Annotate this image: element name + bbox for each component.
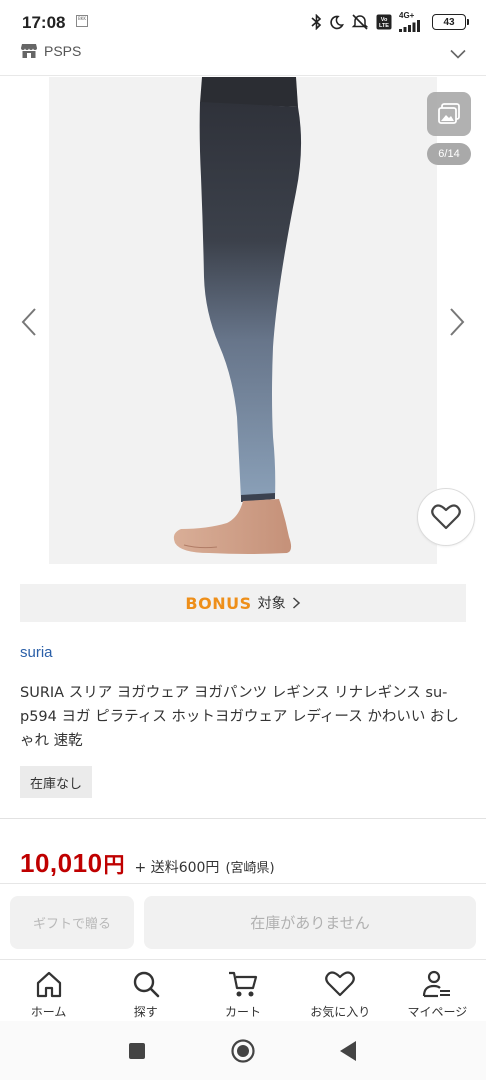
network-label: 4G+ [399, 11, 415, 20]
system-nav-bar [0, 1021, 486, 1080]
brand-link[interactable]: suria [20, 644, 53, 661]
shipping-region: (宮崎県) [225, 861, 275, 876]
product-image[interactable] [49, 77, 437, 564]
nav-label-cart: カート [225, 1005, 262, 1019]
stock-status-badge: 在庫なし [20, 766, 93, 798]
nav-item-favorites[interactable]: お気に入り [292, 960, 389, 1021]
bonus-banner[interactable]: BONUS 対象 [20, 584, 466, 622]
user-icon [421, 968, 453, 1000]
gallery-next-button[interactable] [442, 302, 472, 342]
search-icon [131, 968, 161, 1000]
chevron-left-icon [21, 308, 36, 336]
heart-outline-icon [431, 504, 461, 530]
image-gallery-icon [438, 103, 460, 124]
status-icons: Vo LTE 4G+ 43 [311, 11, 469, 33]
bottom-nav: ホーム 探す カート お気に入り マイページ [0, 959, 486, 1021]
status-notification-text: BKK [78, 16, 86, 21]
price-value: 10,010 [20, 848, 103, 878]
bonus-logo: BONUS [185, 593, 252, 613]
bluetooth-icon [311, 14, 322, 30]
nav-item-mypage[interactable]: マイページ [389, 960, 486, 1021]
product-title: SURIA スリア ヨガウェア ヨガパンツ レギンス リナレギンス su-p59… [20, 685, 459, 749]
price-unit: 円 [103, 853, 125, 877]
bonus-target-label: 対象 [257, 596, 286, 612]
gallery-prev-button[interactable] [14, 302, 44, 342]
out-of-stock-button[interactable]: 在庫がありません [144, 896, 476, 949]
mute-icon [351, 14, 369, 30]
chevron-down-icon[interactable] [450, 44, 466, 63]
nav-label-mypage: マイページ [407, 1005, 468, 1019]
status-time: 17:08 [22, 13, 66, 32]
leggings-illustration [49, 77, 437, 564]
back-system-button[interactable] [334, 1037, 362, 1065]
chevron-right-icon [450, 308, 465, 336]
nav-label-home: ホーム [30, 1005, 67, 1019]
chevron-right-icon [292, 597, 300, 609]
store-icon [20, 43, 38, 63]
recent-apps-button[interactable] [123, 1037, 151, 1065]
gallery-view-all-button[interactable] [427, 92, 471, 136]
favorite-button[interactable] [417, 488, 475, 546]
battery-level: 43 [443, 16, 455, 28]
shop-header[interactable]: PSPS [0, 40, 486, 76]
nav-label-search: 探す [133, 1005, 158, 1019]
action-bar: ギフトで贈る 在庫がありません [0, 883, 486, 959]
cart-icon [227, 968, 259, 1000]
back-triangle-icon [340, 1041, 356, 1061]
nav-label-favorites: お気に入り [310, 1005, 371, 1019]
nav-item-home[interactable]: ホーム [0, 960, 97, 1021]
moon-icon [329, 15, 344, 30]
nav-item-search[interactable]: 探す [97, 960, 194, 1021]
divider [0, 818, 486, 819]
shop-name[interactable]: PSPS [44, 43, 81, 59]
signal-icon: 4G+ [399, 12, 425, 32]
square-icon [129, 1043, 145, 1059]
status-bar: 17:08 BKK Vo LTE 4G+ 43 [0, 0, 486, 40]
heart-icon [325, 968, 356, 1000]
product-gallery[interactable]: 6/14 [0, 77, 486, 564]
status-notification-icon: BKK [76, 15, 88, 27]
svg-text:LTE: LTE [379, 23, 389, 29]
battery-icon: 43 [432, 14, 469, 30]
nav-item-cart[interactable]: カート [194, 960, 291, 1021]
home-system-button[interactable] [229, 1037, 257, 1065]
gift-button[interactable]: ギフトで贈る [10, 896, 134, 949]
circle-icon [231, 1039, 255, 1063]
volte-icon: Vo LTE [376, 14, 392, 30]
price-row: 10,010 円 + 送料600円 (宮崎県) [20, 848, 275, 879]
shipping-fee: + 送料600円 [134, 860, 220, 876]
home-icon [34, 968, 64, 1000]
gallery-counter: 6/14 [427, 143, 471, 165]
